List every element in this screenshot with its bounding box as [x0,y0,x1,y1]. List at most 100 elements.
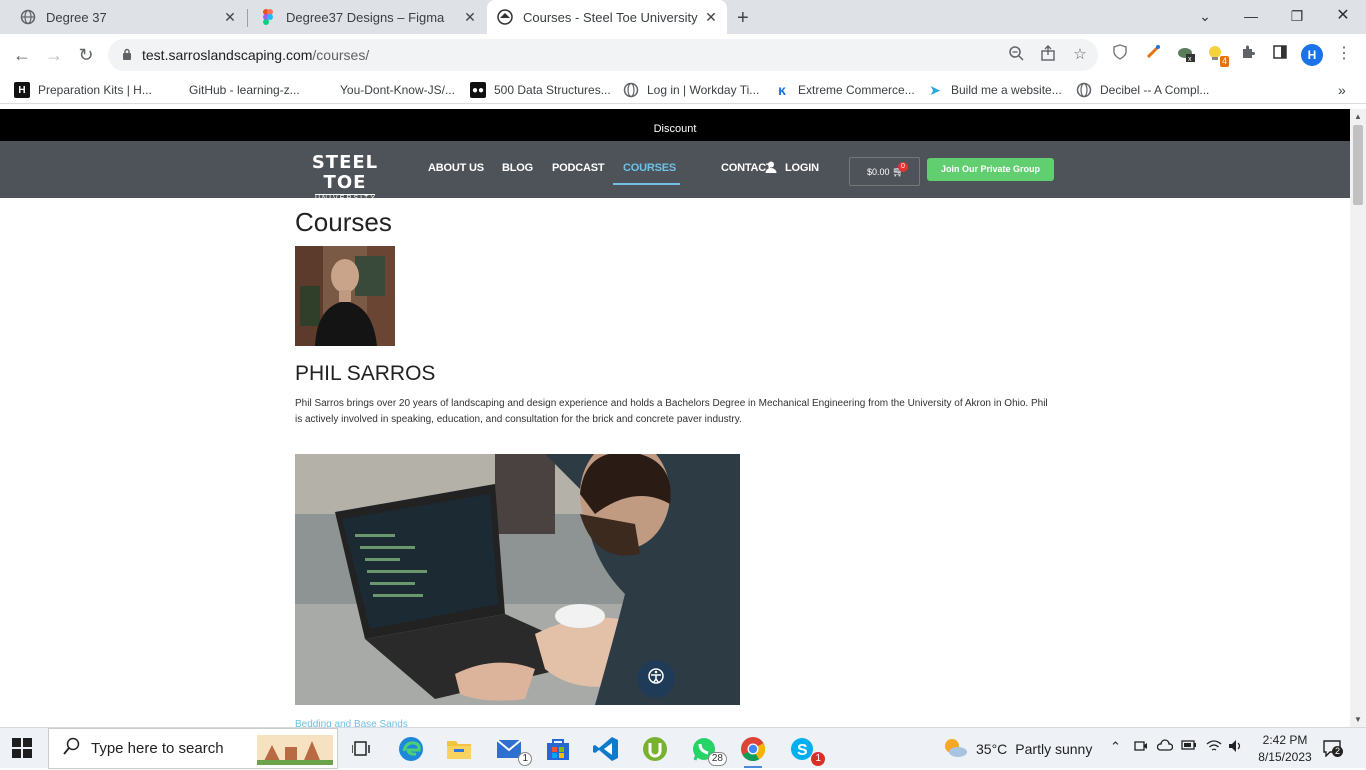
hackerrank-icon: H [14,82,30,98]
more-menu-icon[interactable]: ⋮ [1334,44,1354,64]
bookmark-decibel[interactable]: Decibel -- A Compl... [1076,81,1209,99]
forward-icon[interactable]: → [42,43,66,67]
bookmark-workday[interactable]: Log in | Workday Ti... [623,81,759,99]
scrollbar-thumb[interactable] [1353,125,1363,205]
store-icon[interactable] [543,734,573,764]
tab-title: Courses - Steel Toe University [523,9,698,25]
nav-login[interactable]: LOGIN [785,162,819,174]
share-icon[interactable] [1038,45,1058,65]
bookmark-label: Extreme Commerce... [798,83,915,97]
skype-icon[interactable]: S 1 [787,734,825,766]
volume-icon[interactable] [1228,739,1244,756]
restore-icon[interactable]: ❐ [1274,4,1320,28]
url-path: /courses/ [312,47,370,63]
bulb-extension-icon[interactable]: 4 [1207,44,1229,67]
windows-taskbar: Type here to search 1 28 S 1 35°C Partly… [0,727,1366,769]
nav-courses[interactable]: COURSES [623,162,676,174]
tab-search-icon[interactable]: ⌄ [1182,4,1228,28]
page-scrollbar[interactable]: ▲ ▼ [1350,109,1366,727]
side-panel-icon[interactable] [1270,44,1290,64]
puzzle-extensions-icon[interactable] [1238,44,1258,64]
logo-title: STEEL TOE [311,152,379,193]
whatsapp-icon[interactable]: 28 [689,734,727,766]
bird-icon: ➤ [929,81,941,98]
weather-widget[interactable]: 35°C Partly sunny [942,736,1092,761]
utorrent-icon[interactable] [640,734,670,764]
cloud-extension-icon[interactable]: x [1176,44,1196,64]
onedrive-icon[interactable] [1156,739,1174,754]
logo-subtitle: UNIVERSITY [315,194,378,204]
back-icon[interactable]: ← [10,43,34,67]
nav-podcast[interactable]: PODCAST [552,162,605,174]
address-bar[interactable]: test.sarroslandscaping.com/courses/ ☆ [108,39,1098,71]
instructor-bio: Phil Sarros brings over 20 years of land… [295,398,1048,425]
tab-figma[interactable]: Degree37 Designs – Figma ✕ [248,0,486,34]
task-view-icon[interactable] [346,734,376,764]
notifications-icon[interactable]: 2 [1322,739,1344,760]
profile-avatar[interactable]: H [1301,44,1323,66]
course-link[interactable]: Bedding and Base Sands [295,719,408,727]
cart-button[interactable]: $0.00 🛒︎ 0 [849,157,920,186]
accessibility-icon[interactable] [637,660,675,698]
bookmark-build-website[interactable]: ➤ Build me a website... [927,81,1062,99]
chrome-icon[interactable] [738,734,768,768]
minimize-icon[interactable]: — [1228,4,1274,28]
system-clock[interactable]: 2:42 PM 8/15/2023 [1250,732,1320,766]
bookmark-label: You-Dont-Know-JS/... [340,83,455,97]
close-icon[interactable]: ✕ [703,9,719,25]
vscode-icon[interactable] [591,734,621,764]
color-picker-extension-icon[interactable] [1143,44,1163,64]
clock-date: 8/15/2023 [1258,750,1312,764]
search-icon [63,737,81,760]
bookmark-ydkjs[interactable]: You-Dont-Know-JS/... [340,81,455,99]
site-icon [497,9,513,25]
globe-icon [1076,82,1092,98]
close-icon[interactable]: ✕ [462,9,478,25]
meet-now-icon[interactable] [1134,739,1148,756]
mail-icon[interactable]: 1 [494,734,532,766]
url-host: test.sarroslandscaping.com [142,47,313,63]
windows-start-icon[interactable] [12,738,34,760]
bookmark-star-icon[interactable]: ☆ [1070,45,1090,65]
figma-icon [260,9,276,25]
tab-strip: Degree 37 ✕ Degree37 Designs – Figma ✕ C… [0,0,1366,34]
reload-icon[interactable]: ↻ [74,43,98,67]
mail-count: 1 [518,752,532,766]
wifi-icon[interactable] [1206,739,1222,756]
clock-time: 2:42 PM [1262,733,1308,747]
zoom-icon[interactable] [1006,45,1026,65]
close-icon[interactable]: ✕ [222,9,238,25]
show-hidden-icons-icon[interactable]: ⌃ [1110,739,1121,755]
scroll-up-icon[interactable]: ▲ [1354,112,1362,121]
file-explorer-icon[interactable] [444,734,474,764]
course-image[interactable] [295,454,740,705]
bookmark-hackerrank[interactable]: H Preparation Kits | H... [14,81,152,99]
bookmarks-overflow-icon[interactable]: » [1338,81,1346,99]
join-private-group-button[interactable]: Join Our Private Group [927,158,1054,181]
nav-blog[interactable]: BLOG [502,162,533,174]
bookmark-label: Decibel -- A Compl... [1100,83,1210,97]
search-highlight-icon [257,735,333,770]
tab-courses[interactable]: Courses - Steel Toe University ✕ [487,0,727,34]
taskbar-search[interactable]: Type here to search [48,728,338,769]
svg-text:x: x [1188,56,1192,62]
skype-count: 1 [811,752,825,766]
medium-icon: ●● [470,82,486,98]
scroll-down-icon[interactable]: ▼ [1354,715,1362,724]
cart-total: $0.00 [867,167,890,177]
tab-degree37[interactable]: Degree 37 ✕ [0,0,246,34]
svg-text:S: S [797,742,808,759]
site-logo[interactable]: STEEL TOE UNIVERSITY [297,153,393,204]
shield-extension-icon[interactable] [1110,44,1130,64]
bookmark-extreme-commerce[interactable]: ĸ Extreme Commerce... [774,81,915,99]
announcement-bar[interactable]: Discount [0,109,1350,141]
bookmark-github[interactable]: GitHub - learning-z... [189,81,300,99]
bookmark-data-structures[interactable]: ●● 500 Data Structures... [470,81,611,99]
battery-icon[interactable] [1181,739,1197,754]
new-tab-icon[interactable]: + [737,7,749,30]
edge-icon[interactable] [396,734,426,764]
nav-about-us[interactable]: ABOUT US [428,162,484,174]
bookmark-label: Log in | Workday Ti... [647,83,760,97]
browser-toolbar: ← → ↻ test.sarroslandscaping.com/courses… [0,34,1366,76]
window-close-icon[interactable]: ✕ [1320,4,1366,28]
